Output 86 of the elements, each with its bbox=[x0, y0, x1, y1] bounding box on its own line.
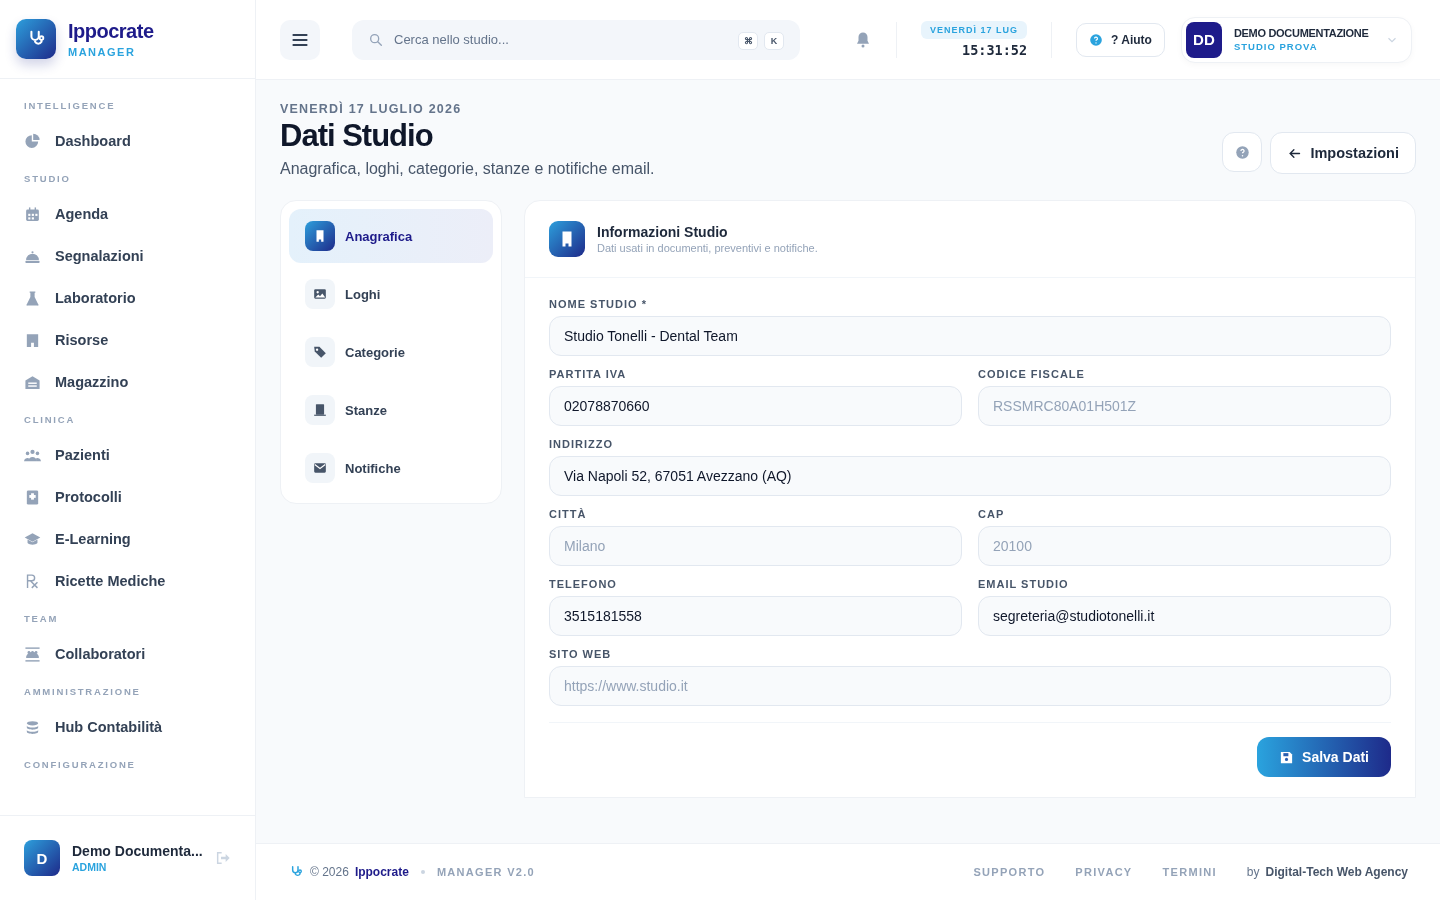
field-label: TELEFONO bbox=[549, 578, 618, 590]
footer-brand: Ippocrate bbox=[354, 865, 409, 879]
page-title: Dati Studio bbox=[280, 118, 434, 154]
page-date: VENERDÌ 17 LUGLIO 2026 bbox=[280, 102, 463, 116]
field-label: EMAIL STUDIO bbox=[978, 578, 1070, 590]
card-subtitle: Dati usati in documenti, preventivi e notifiche. bbox=[597, 242, 818, 254]
brand-subtitle: MANAGER bbox=[68, 46, 137, 58]
section-title: INTELLIGENCE bbox=[23, 99, 117, 113]
sidebar-item[interactable]: Laboratorio bbox=[12, 277, 243, 319]
account-name: DEMO DOCUMENTAZIONE bbox=[1233, 27, 1369, 39]
input-field[interactable]: Milano bbox=[549, 526, 962, 566]
door-icon bbox=[313, 403, 327, 417]
sidebar-item[interactable]: Ricette Mediche bbox=[12, 560, 243, 602]
coins-icon bbox=[24, 718, 41, 736]
sidebar-item[interactable]: Collaboratori bbox=[12, 633, 243, 675]
help-button[interactable] bbox=[1222, 132, 1263, 172]
sidebar-item[interactable]: Pazienti bbox=[12, 434, 243, 476]
field-label: CITTÀ bbox=[549, 508, 588, 520]
input-field[interactable]: Studio Tonelli - Dental Team bbox=[549, 316, 1391, 356]
sidebar-item[interactable]: E-Learning bbox=[12, 518, 243, 560]
input-field[interactable]: segreteria@studiotonelli.it bbox=[978, 596, 1391, 636]
section-title: AMMINISTRAZIONE bbox=[23, 685, 142, 699]
sidebar-item[interactable]: Hub Contabilità bbox=[12, 706, 243, 748]
account-studio: STUDIO PROVA bbox=[1233, 41, 1319, 52]
flask-icon bbox=[24, 289, 41, 307]
agency-link[interactable]: Digital-Tech Web Agency bbox=[1265, 865, 1408, 879]
input-field[interactable]: https://www.studio.it bbox=[549, 666, 1391, 706]
clock-time: 15:31:52 bbox=[962, 42, 1028, 58]
settings-tab[interactable]: Loghi bbox=[289, 267, 493, 321]
input-field[interactable]: RSSMRC80A01H501Z bbox=[978, 386, 1391, 426]
image-icon bbox=[313, 287, 327, 301]
save-button[interactable]: Salva Dati bbox=[1257, 737, 1391, 777]
section-title: TEAM bbox=[23, 612, 60, 626]
copyright-text: © 2026 bbox=[310, 865, 349, 879]
user-avatar: D bbox=[24, 840, 60, 876]
settings-tab[interactable]: Anagrafica bbox=[289, 209, 493, 263]
user-role: ADMIN bbox=[72, 861, 108, 873]
graduation-cap-icon bbox=[24, 530, 41, 548]
sidebar-item[interactable]: Segnalazioni bbox=[12, 235, 243, 277]
input-field[interactable]: 3515181558 bbox=[549, 596, 962, 636]
calendar-icon bbox=[24, 205, 41, 223]
card-title: Informazioni Studio bbox=[597, 224, 729, 240]
mail-icon bbox=[313, 461, 327, 475]
account-avatar: DD bbox=[1185, 21, 1222, 58]
warehouse-icon bbox=[24, 373, 41, 391]
prescription-icon bbox=[24, 572, 41, 590]
date-badge: VENERDÌ 17 LUG bbox=[921, 21, 1028, 39]
help-icon bbox=[1234, 144, 1250, 160]
credit-prefix: by bbox=[1246, 865, 1260, 879]
section-title: STUDIO bbox=[23, 172, 72, 186]
tags-icon bbox=[313, 345, 327, 359]
input-field[interactable]: 20100 bbox=[978, 526, 1391, 566]
field-label: INDIRIZZO bbox=[549, 438, 614, 450]
sidebar-item[interactable]: Protocolli bbox=[12, 476, 243, 518]
brand-name: Ippocrate bbox=[68, 20, 154, 43]
page-subtitle: Anagrafica, loghi, categorie, stanze e notifiche email. bbox=[280, 160, 655, 178]
field-label: PARTITA IVA bbox=[549, 368, 628, 380]
bookmark-icon bbox=[24, 331, 41, 349]
sidebar-item[interactable]: Dashboard bbox=[12, 120, 243, 162]
user-name: Demo Documenta... bbox=[72, 843, 203, 859]
help-button[interactable]: ? Aiuto bbox=[1076, 22, 1165, 57]
logout-icon[interactable] bbox=[215, 850, 231, 866]
help-icon bbox=[1089, 32, 1104, 47]
settings-tab[interactable]: Categorie bbox=[289, 325, 493, 379]
notification-bell-icon bbox=[854, 30, 872, 49]
field-label: CAP bbox=[978, 508, 1006, 520]
input-field[interactable]: Via Napoli 52, 67051 Avezzano (AQ) bbox=[549, 456, 1391, 496]
pie-chart-icon bbox=[24, 132, 41, 150]
search-icon bbox=[368, 31, 384, 48]
sidebar-item[interactable]: Risorse bbox=[12, 319, 243, 361]
sidebar-item[interactable]: Agenda bbox=[12, 193, 243, 235]
menu-button[interactable] bbox=[280, 19, 320, 60]
version-text: MANAGER V2.0 bbox=[436, 866, 535, 878]
account-menu[interactable]: DD DEMO DOCUMENTAZIONE STUDIO PROVA bbox=[1180, 16, 1412, 63]
back-button[interactable]: Impostazioni bbox=[1270, 132, 1416, 174]
settings-tab[interactable]: Stanze bbox=[289, 383, 493, 437]
input-field[interactable]: 02078870660 bbox=[549, 386, 962, 426]
field-label: CODICE FISCALE bbox=[978, 368, 1086, 380]
team-icon bbox=[24, 645, 41, 663]
medical-book-icon bbox=[24, 488, 41, 506]
section-title: CLINICA bbox=[23, 413, 77, 427]
sidebar-item[interactable]: Magazzino bbox=[12, 361, 243, 403]
section-title: CONFIGURAZIONE bbox=[23, 758, 137, 772]
field-label: NOME STUDIO * bbox=[549, 298, 648, 310]
field-label: SITO WEB bbox=[549, 648, 613, 660]
settings-tab[interactable]: Notifiche bbox=[289, 441, 493, 495]
